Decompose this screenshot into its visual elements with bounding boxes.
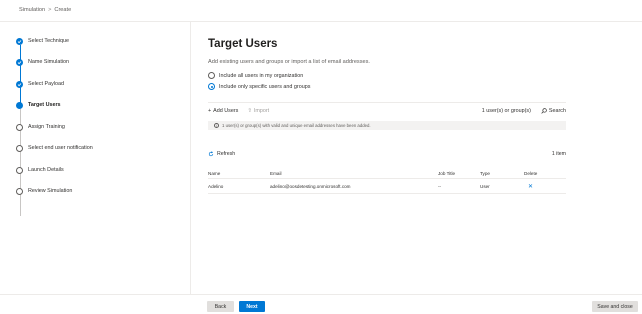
- refresh-button[interactable]: Refresh: [208, 151, 235, 157]
- radio-label: Include all users in my organization: [219, 72, 304, 79]
- cell-type: User: [480, 183, 490, 189]
- checkmark-icon: [16, 37, 23, 45]
- wizard-step-review-simulation[interactable]: Review Simulation: [16, 186, 72, 196]
- pending-step-dot-icon: [16, 166, 23, 174]
- page-title: Target Users: [208, 38, 278, 50]
- wizard-step-label: Launch Details: [28, 167, 64, 173]
- radio-unselected-icon: [208, 72, 215, 79]
- info-message: 1 user(s) or group(s) with valid and uni…: [222, 123, 371, 128]
- search-icon: [541, 108, 547, 114]
- delete-icon[interactable]: ✕: [528, 184, 533, 190]
- search-button[interactable]: Search: [541, 108, 566, 114]
- pending-step-dot-icon: [16, 187, 23, 195]
- table-header: Name Email Job Title Type Delete: [208, 168, 566, 179]
- pending-step-dot-icon: [16, 123, 23, 131]
- breadcrumb-separator: >: [48, 7, 52, 13]
- footer-bar: Back Next Save and close: [0, 294, 642, 314]
- wizard-step-label: Select Technique: [28, 38, 69, 44]
- breadcrumb-current: Create: [54, 7, 72, 13]
- wizard-step-label: Name Simulation: [28, 59, 70, 65]
- radio-include-specific-users[interactable]: Include only specific users and groups: [208, 83, 310, 90]
- wizard-step-label: Select end user notification: [28, 145, 93, 151]
- wizard-step-label: Assign Training: [28, 124, 65, 130]
- wizard-step-assign-training[interactable]: Assign Training: [16, 122, 65, 132]
- pending-step-dot-icon: [16, 144, 23, 152]
- wizard-step-end-user-notification[interactable]: Select end user notification: [16, 143, 93, 153]
- column-header-type[interactable]: Type: [480, 171, 524, 176]
- table-row[interactable]: Adelino adelino@oosdetesting.onmicrosoft…: [208, 179, 566, 194]
- wizard-step-target-users[interactable]: Target Users: [16, 100, 61, 110]
- users-toolbar: + Add Users ⇧ Import 1 user(s) or group(…: [208, 102, 566, 119]
- breadcrumb-simulation-link[interactable]: Simulation: [19, 7, 45, 13]
- breadcrumb: Simulation > Create: [19, 7, 71, 13]
- wizard-step-label: Select Payload: [28, 81, 64, 87]
- wizard-step-select-payload[interactable]: Select Payload: [16, 79, 64, 89]
- page-subtitle: Add existing users and groups or import …: [208, 59, 370, 65]
- next-button[interactable]: Next: [239, 301, 265, 312]
- import-label: Import: [253, 108, 270, 114]
- wizard-step-label: Target Users: [28, 102, 61, 108]
- wizard-step-name-simulation[interactable]: Name Simulation: [16, 57, 69, 67]
- plus-icon: +: [208, 108, 212, 114]
- column-header-job-title[interactable]: Job Title: [438, 171, 480, 176]
- wizard-step-launch-details[interactable]: Launch Details: [16, 165, 64, 175]
- import-button[interactable]: ⇧ Import: [247, 108, 269, 114]
- users-table: Name Email Job Title Type Delete Adelino…: [208, 168, 566, 194]
- back-button[interactable]: Back: [207, 301, 234, 312]
- upload-icon: ⇧: [247, 108, 252, 114]
- selected-count: 1 user(s) or group(s): [481, 108, 531, 114]
- checkmark-icon: [16, 80, 23, 88]
- main-panel: Target Users Add existing users and grou…: [190, 22, 642, 294]
- radio-include-all-users[interactable]: Include all users in my organization: [208, 72, 303, 79]
- current-step-dot-icon: [16, 101, 23, 109]
- cell-email: adelino@oosdetesting.onmicrosoft.com: [270, 183, 351, 189]
- save-and-close-button[interactable]: Save and close: [592, 301, 638, 312]
- wizard-step-list: Select Technique Name Simulation Select …: [0, 22, 190, 294]
- wizard-step-select-technique[interactable]: Select Technique: [16, 36, 69, 46]
- add-users-label: Add Users: [213, 108, 239, 114]
- add-users-button[interactable]: + Add Users: [208, 108, 238, 114]
- info-message-bar: i 1 user(s) or group(s) with valid and u…: [208, 121, 566, 130]
- cell-name: Adelino: [208, 183, 224, 189]
- refresh-icon: [208, 151, 214, 157]
- radio-label: Include only specific users and groups: [219, 83, 311, 90]
- radio-selected-icon: [208, 83, 215, 90]
- list-command-row: Refresh 1 item: [208, 151, 566, 157]
- item-count: 1 item: [551, 151, 566, 157]
- column-header-name[interactable]: Name: [208, 171, 270, 176]
- column-header-email[interactable]: Email: [270, 171, 438, 176]
- wizard-step-label: Review Simulation: [28, 188, 73, 194]
- column-header-delete: Delete: [524, 170, 538, 176]
- refresh-label: Refresh: [217, 151, 236, 157]
- cell-job-title: --: [438, 183, 442, 189]
- wizard-rail-completed: [19, 45, 21, 108]
- checkmark-icon: [16, 58, 23, 66]
- info-icon: i: [214, 123, 219, 128]
- top-bar: Simulation > Create: [0, 0, 642, 22]
- search-label: Search: [548, 108, 566, 114]
